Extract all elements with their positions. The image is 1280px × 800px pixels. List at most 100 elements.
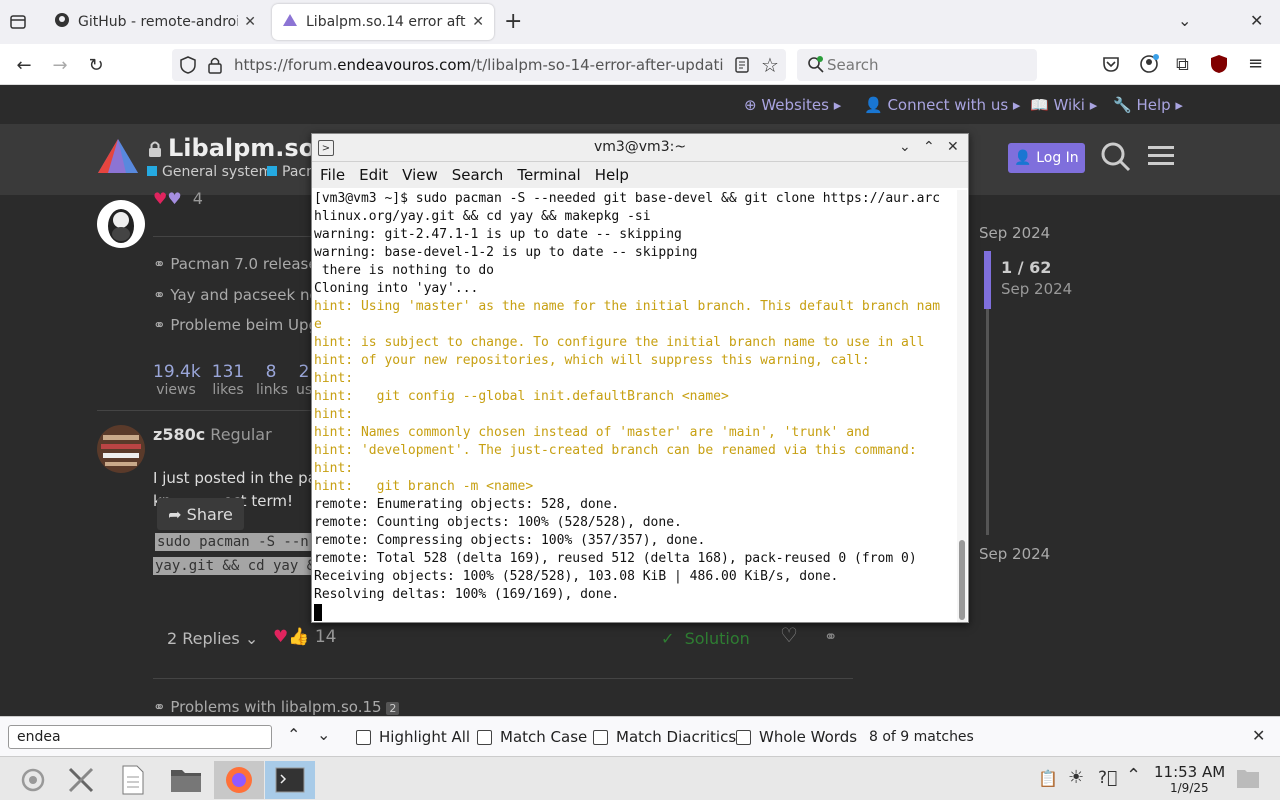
terminal-line: remote: Enumerating objects: 528, done.: [314, 497, 620, 512]
shield-icon[interactable]: [180, 56, 196, 78]
whole-words-checkbox[interactable]: Whole Words: [736, 728, 857, 746]
firefox-icon[interactable]: [214, 761, 264, 799]
tab-label: GitHub - remote-android/: [78, 14, 239, 30]
url-text: https://forum.endeavouros.com/t/libalpm-…: [234, 56, 724, 74]
terminal-hint-line: hint: git config --global init.defaultBr…: [314, 389, 729, 404]
search-icon[interactable]: [1100, 141, 1132, 177]
timeline-start[interactable]: Sep 2024: [979, 224, 1050, 242]
highlight-all-checkbox[interactable]: Highlight All: [356, 728, 470, 746]
lock-icon: [148, 140, 162, 162]
topnav-connect[interactable]: 👤 Connect with us ▸: [864, 96, 1020, 114]
file-manager-icon[interactable]: [163, 761, 209, 799]
menu-icon[interactable]: ≡: [1248, 53, 1263, 74]
chevron-down-icon[interactable]: ⌄: [1178, 11, 1191, 30]
timeline-handle[interactable]: [984, 251, 991, 309]
ublock-icon[interactable]: [1210, 54, 1228, 78]
text-editor-icon[interactable]: [110, 761, 156, 799]
search-bar[interactable]: Search: [797, 49, 1037, 81]
menu-file[interactable]: File: [320, 166, 345, 184]
reader-view-icon[interactable]: [734, 57, 750, 77]
forward-button[interactable]: →: [46, 52, 74, 78]
extensions-icon[interactable]: ⧉: [1176, 54, 1189, 75]
show-desktop-icon[interactable]: [1236, 767, 1260, 793]
post-username[interactable]: z580c Regular: [153, 425, 272, 444]
find-bar: endea ⌃ ⌄ Highlight All Match Case Match…: [0, 716, 1280, 756]
find-next-button[interactable]: ⌄: [317, 725, 330, 744]
timeline-end[interactable]: Sep 2024: [979, 545, 1050, 563]
minimize-icon[interactable]: ⌄: [899, 139, 911, 155]
terminal-line: hlinux.org/yay.git && cd yay && makepkg …: [314, 209, 651, 224]
tab-list-icon[interactable]: [8, 12, 28, 32]
login-button[interactable]: 👤 Log In: [1008, 143, 1085, 173]
url-bar[interactable]: https://forum.endeavouros.com/t/libalpm-…: [172, 49, 786, 81]
terminal-hint-line: hint: is subject to change. To configure…: [314, 335, 925, 350]
tab-forum[interactable]: Libalpm.so.14 error after ✕: [272, 4, 494, 40]
close-icon[interactable]: ✕: [947, 139, 959, 155]
taskbar: 📋 ☀ ?⃝ ⌃ 11:53 AM 1/9/25: [0, 756, 1280, 800]
brightness-icon[interactable]: ☀: [1068, 767, 1084, 788]
close-window-icon[interactable]: ✕: [1250, 11, 1263, 30]
help-icon[interactable]: ?⃝: [1098, 768, 1117, 788]
terminal-hint-line: e: [314, 317, 322, 332]
find-input[interactable]: endea: [8, 725, 272, 749]
match-case-checkbox[interactable]: Match Case: [477, 728, 587, 746]
code-line: yay.git && cd yay &: [153, 557, 318, 575]
terminal-scrollbar[interactable]: [957, 190, 967, 622]
terminal-output[interactable]: [vm3@vm3 ~]$ sudo pacman -S --needed git…: [314, 190, 954, 622]
related-link[interactable]: ⚭ Yay and pacseek no: [153, 286, 319, 304]
menu-search[interactable]: Search: [452, 166, 504, 184]
link-icon[interactable]: ⚭: [824, 627, 837, 646]
reload-button[interactable]: ↻: [82, 52, 110, 78]
match-count: 8 of 9 matches: [869, 729, 974, 745]
clock-time[interactable]: 11:53 AM: [1154, 763, 1225, 781]
terminal-titlebar[interactable]: > vm3@vm3:~ ⌄ ⌃ ✕: [312, 134, 968, 162]
find-previous-button[interactable]: ⌃: [287, 725, 300, 744]
menu-terminal[interactable]: Terminal: [517, 166, 580, 184]
match-diacritics-checkbox[interactable]: Match Diacritics: [593, 728, 736, 746]
settings-icon[interactable]: [58, 761, 104, 799]
related-link[interactable]: ⚭ Probleme beim Upg: [153, 316, 318, 334]
bookmark-star-icon[interactable]: ☆: [761, 53, 779, 77]
topnav-wiki[interactable]: 📖 Wiki ▸: [1030, 96, 1097, 114]
menu-help[interactable]: Help: [595, 166, 629, 184]
related-link[interactable]: ⚭ Pacman 7.0 release: [153, 255, 318, 273]
solution-button[interactable]: ✓ Solution: [661, 629, 750, 648]
category-badge[interactable]: General system: [147, 164, 272, 180]
avatar[interactable]: [97, 425, 145, 473]
stat-likes: 131 likes: [211, 362, 245, 398]
terminal-icon[interactable]: [265, 761, 315, 799]
avatar[interactable]: [97, 200, 145, 248]
like-icon[interactable]: ♡: [780, 623, 798, 647]
pocket-icon[interactable]: [1102, 55, 1120, 77]
close-tab-icon[interactable]: ✕: [472, 14, 484, 30]
replies-toggle[interactable]: 2 Replies ⌄: [167, 629, 258, 648]
related-topic-link[interactable]: ⚭ Problems with libalpm.so.15 2: [153, 698, 400, 716]
topnav-help[interactable]: 🔧 Help ▸: [1113, 96, 1183, 114]
scrollbar-thumb[interactable]: [959, 540, 965, 620]
back-button[interactable]: ←: [10, 52, 38, 78]
terminal-line: warning: git-2.47.1-1 is up to date -- s…: [314, 227, 682, 242]
post-text: I just posted in the pac: [153, 469, 326, 487]
lock-icon[interactable]: [208, 56, 222, 78]
clipboard-icon[interactable]: 📋: [1038, 769, 1058, 788]
menu-edit[interactable]: Edit: [359, 166, 388, 184]
post-reactions[interactable]: ♥👍 14: [273, 627, 336, 647]
terminal-window[interactable]: > vm3@vm3:~ ⌄ ⌃ ✕ File Edit View Search …: [311, 133, 969, 623]
logout-icon[interactable]: [10, 761, 56, 799]
account-icon[interactable]: [1139, 54, 1159, 78]
maximize-icon[interactable]: ⌃: [923, 139, 935, 155]
nav-bar: ← → ↻ https://forum.endeavouros.com/t/li…: [0, 44, 1280, 85]
tab-github[interactable]: GitHub - remote-android/ ✕: [44, 4, 266, 40]
close-icon[interactable]: ✕: [1252, 726, 1265, 745]
chevron-up-icon[interactable]: ⌃: [1126, 765, 1141, 786]
new-tab-button[interactable]: +: [504, 9, 522, 34]
terminal-hint-line: hint: Names commonly chosen instead of '…: [314, 425, 870, 440]
close-tab-icon[interactable]: ✕: [244, 14, 256, 30]
hamburger-menu-icon[interactable]: [1148, 144, 1174, 172]
clock-date[interactable]: 1/9/25: [1170, 781, 1209, 795]
menu-view[interactable]: View: [402, 166, 438, 184]
reactions[interactable]: ♥♥ 4: [153, 189, 203, 208]
endeavouros-logo[interactable]: [96, 137, 140, 181]
topnav-websites[interactable]: ⊕ Websites ▸: [744, 96, 841, 114]
share-button[interactable]: ➦ Share: [157, 498, 244, 530]
